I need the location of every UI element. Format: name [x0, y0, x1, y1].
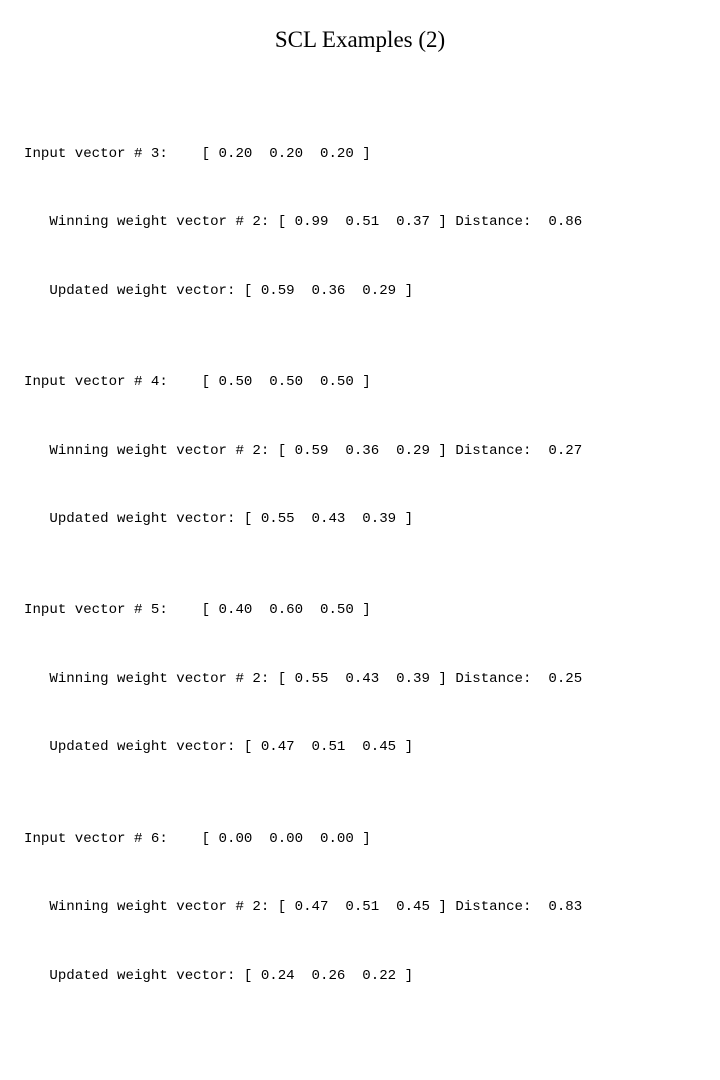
updated-weight-line-6: Updated weight vector: [ 0.24 0.26 0.22 … [24, 967, 414, 984]
updated-weight-line-3: Updated weight vector: [ 0.59 0.36 0.29 … [24, 282, 414, 299]
console-output: Input vector # 3: [ 0.20 0.20 0.20 ] Win… [24, 74, 714, 1080]
page-title: SCL Examples (2) [274, 27, 446, 52]
winning-weight-line-6: Winning weight vector # 2: [ 0.47 0.51 0… [24, 899, 583, 916]
input-vector-line-3: Input vector # 3: [ 0.20 0.20 0.20 ] [24, 145, 371, 162]
updated-weight-line-4: Updated weight vector: [ 0.55 0.43 0.39 … [24, 511, 414, 528]
input-vector-line-4: Input vector # 4: [ 0.50 0.50 0.50 ] [24, 373, 371, 390]
winning-weight-line-4: Winning weight vector # 2: [ 0.59 0.36 0… [24, 442, 583, 459]
slide-canvas: SCL Examples (2) Input vector # 3: [ 0.2… [0, 0, 720, 984]
winning-weight-line-3: Winning weight vector # 2: [ 0.99 0.51 0… [24, 214, 583, 231]
updated-weight-line-5: Updated weight vector: [ 0.47 0.51 0.45 … [24, 739, 414, 756]
input-vector-line-6: Input vector # 6: [ 0.00 0.00 0.00 ] [24, 830, 371, 847]
winning-weight-line-5: Winning weight vector # 2: [ 0.55 0.43 0… [24, 670, 583, 687]
input-vector-line-5: Input vector # 5: [ 0.40 0.60 0.50 ] [24, 602, 371, 619]
